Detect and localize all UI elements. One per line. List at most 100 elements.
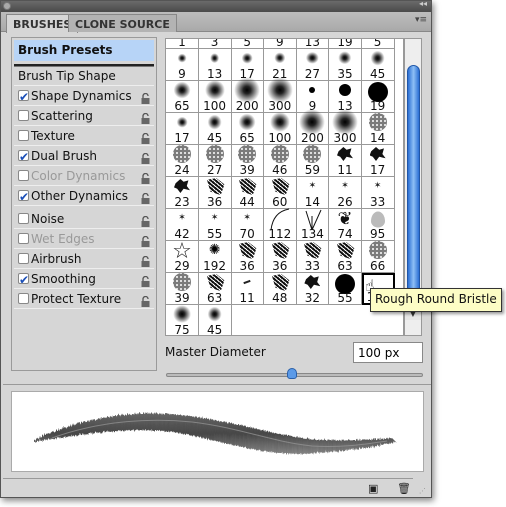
- brush-preset-cell[interactable]: 300: [329, 109, 362, 145]
- brush-preset-cell[interactable]: 45: [361, 49, 395, 81]
- lock-icon[interactable]: [141, 90, 150, 104]
- checkbox[interactable]: [18, 293, 29, 304]
- lock-icon[interactable]: [141, 190, 150, 204]
- brush-preset-cell[interactable]: 200: [296, 109, 330, 145]
- lock-icon[interactable]: [141, 233, 150, 247]
- brush-preset-cell[interactable]: 63: [329, 241, 362, 273]
- tab-clone-source[interactable]: CLONE SOURCE: [68, 14, 177, 32]
- master-diameter-input[interactable]: [353, 342, 423, 363]
- lock-icon[interactable]: [141, 110, 150, 124]
- brush-preset-cell[interactable]: 66: [361, 241, 395, 273]
- lock-icon[interactable]: [141, 273, 150, 287]
- brush-preset-cell[interactable]: 63: [198, 273, 232, 305]
- brush-preset-cell[interactable]: 100: [198, 80, 232, 113]
- sidebar-item-texture[interactable]: Texture: [14, 126, 154, 146]
- sidebar-item-protect-texture[interactable]: Protect Texture: [14, 289, 154, 309]
- lock-icon[interactable]: [141, 253, 150, 267]
- brush-preset-cell[interactable]: ✶ 26: [329, 177, 362, 209]
- checkbox[interactable]: [18, 253, 29, 264]
- brush-preset-cell[interactable]: 17: [166, 113, 199, 145]
- brush-preset-cell[interactable]: 39: [166, 273, 199, 305]
- slider-thumb[interactable]: [286, 368, 297, 379]
- brush-preset-cell[interactable]: 13: [296, 39, 330, 49]
- sidebar-item-other-dynamics[interactable]: Other Dynamics: [14, 186, 154, 207]
- brush-preset-cell[interactable]: 3: [198, 39, 232, 49]
- checkbox[interactable]: [18, 213, 29, 224]
- brush-preset-cell[interactable]: ☆ 29: [166, 241, 199, 273]
- brush-preset-cell[interactable]: 27: [296, 49, 330, 81]
- brush-preset-cell[interactable]: 17: [361, 145, 395, 177]
- sidebar-item-dual-brush[interactable]: Dual Brush: [14, 146, 154, 167]
- brush-preset-cell[interactable]: 19: [361, 81, 395, 113]
- sidebar-item-scattering[interactable]: Scattering: [14, 106, 154, 126]
- brush-preset-cell[interactable]: 45: [199, 305, 232, 335]
- sidebar-item-airbrush[interactable]: Airbrush: [14, 249, 154, 269]
- brush-preset-cell[interactable]: 24: [166, 145, 199, 177]
- sidebar-item-brush-tip-shape[interactable]: Brush Tip Shape: [14, 66, 154, 86]
- lock-icon[interactable]: [141, 130, 150, 144]
- brush-preset-cell[interactable]: 48: [263, 273, 297, 305]
- brush-preset-cell[interactable]: 59: [296, 145, 330, 177]
- checkbox[interactable]: [18, 170, 29, 181]
- checkbox[interactable]: [18, 187, 29, 207]
- brush-preset-cell[interactable]: 95: [361, 209, 395, 241]
- collapse-icon[interactable]: ◂◂: [419, 0, 427, 8]
- brush-preset-cell[interactable]: 44: [231, 177, 265, 209]
- brush-preset-cell[interactable]: 65: [231, 113, 265, 145]
- sidebar-item-color-dynamics[interactable]: Color Dynamics: [14, 166, 154, 186]
- brush-preset-cell[interactable]: 75: [166, 305, 199, 335]
- brush-preset-cell[interactable]: 134: [296, 209, 330, 241]
- brush-preset-cell[interactable]: 46: [263, 145, 297, 177]
- brush-preset-cell[interactable]: 9: [263, 39, 297, 49]
- brush-preset-cell[interactable]: 13: [198, 49, 232, 81]
- checkbox[interactable]: [18, 130, 29, 141]
- sidebar-item-noise[interactable]: Noise: [14, 209, 154, 229]
- brush-preset-cell[interactable]: 45: [198, 113, 232, 145]
- brush-preset-cell[interactable]: 27: [198, 145, 232, 177]
- brush-preset-cell[interactable]: 1: [166, 39, 199, 49]
- lock-icon[interactable]: [141, 170, 150, 184]
- sidebar-item-smoothing[interactable]: Smoothing: [14, 269, 154, 290]
- brush-preset-cell[interactable]: 100: [263, 112, 297, 145]
- sidebar-item-shape-dynamics[interactable]: Shape Dynamics: [14, 86, 154, 107]
- brush-preset-cell[interactable]: 14: [361, 113, 395, 145]
- brush-preset-cell[interactable]: 11: [329, 145, 362, 177]
- brush-preset-cell[interactable]: 300: [263, 77, 297, 113]
- scrollbar-thumb[interactable]: [407, 65, 420, 305]
- brush-preset-cell[interactable]: 23: [166, 177, 199, 209]
- lock-icon[interactable]: [141, 150, 150, 164]
- checkbox[interactable]: [18, 110, 29, 121]
- brush-preset-cell[interactable]: ✺ 192: [198, 241, 232, 273]
- brush-preset-cell[interactable]: 9: [166, 49, 199, 81]
- brush-preset-cell[interactable]: 5: [231, 39, 265, 49]
- brush-preset-cell[interactable]: 112: [263, 208, 297, 241]
- brush-preset-cell[interactable]: 19: [329, 39, 362, 49]
- checkbox[interactable]: [18, 270, 29, 290]
- brush-preset-cell[interactable]: ❦ 74: [329, 209, 362, 241]
- brush-preset-cell[interactable]: 36: [263, 241, 297, 273]
- brush-preset-cell[interactable]: 65: [166, 81, 199, 113]
- brush-preset-cell[interactable]: ✶ 33: [361, 177, 395, 209]
- brush-preset-cell[interactable]: 55: [329, 273, 362, 305]
- brush-presets-item[interactable]: Brush Presets: [14, 40, 154, 61]
- brush-preset-cell[interactable]: 39: [231, 145, 265, 177]
- panel-menu-icon[interactable]: ▾≡: [415, 15, 427, 25]
- brush-preset-cell[interactable]: 36: [198, 177, 232, 209]
- brush-preset-cell[interactable]: 200: [231, 77, 265, 113]
- brush-preset-cell[interactable]: 11: [231, 273, 265, 305]
- checkbox[interactable]: [18, 147, 29, 167]
- new-brush-icon[interactable]: ▣: [368, 482, 378, 495]
- resize-grip-icon[interactable]: ⋰: [419, 487, 426, 495]
- sidebar-item-wet-edges[interactable]: Wet Edges: [14, 229, 154, 249]
- checkbox[interactable]: [18, 233, 29, 244]
- trash-icon[interactable]: 🗑: [397, 482, 411, 495]
- brush-preset-cell[interactable]: 5: [361, 39, 395, 49]
- brush-preset-cell[interactable]: ✶ 55: [198, 209, 232, 241]
- lock-icon[interactable]: [141, 213, 150, 227]
- brush-preset-cell[interactable]: 32: [296, 273, 330, 305]
- close-icon[interactable]: [3, 2, 11, 10]
- brush-preset-cell[interactable]: ✶ 70: [231, 209, 265, 241]
- brush-preset-cell[interactable]: 33: [296, 241, 330, 273]
- checkbox[interactable]: [18, 87, 29, 107]
- brush-preset-cell[interactable]: 35: [329, 49, 362, 81]
